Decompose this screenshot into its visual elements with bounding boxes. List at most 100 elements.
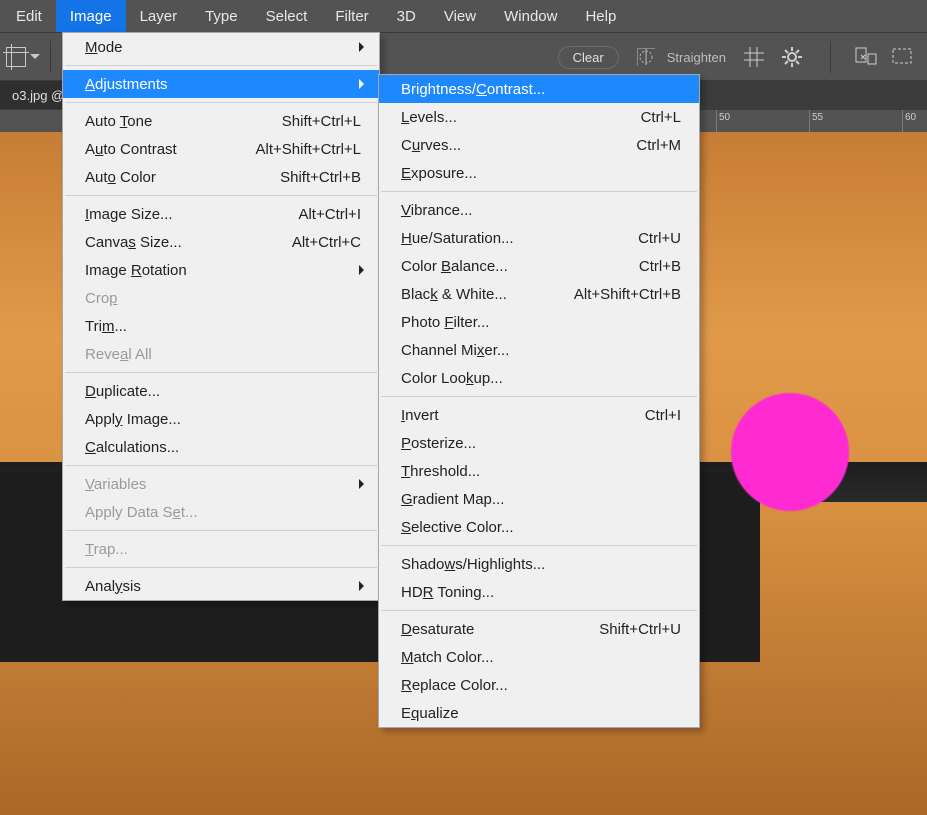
adjustments-menu-item-9[interactable]: Photo Filter... [379,308,699,336]
menu-image[interactable]: Image [56,0,126,32]
menu-item-label: Duplicate... [85,383,361,400]
adjustments-menu-item-6[interactable]: Hue/Saturation...Ctrl+U [379,224,699,252]
submenu-arrow-icon [359,581,369,591]
menu-item-shortcut: Shift+Ctrl+B [241,169,361,186]
menu-select[interactable]: Select [252,0,322,32]
menu-item-label: Variables [85,476,361,493]
menu-item-label: Trim... [85,318,361,335]
menu-window[interactable]: Window [490,0,571,32]
adjustments-menu-item-5[interactable]: Vibrance... [379,196,699,224]
image-menu-item-8[interactable]: Image Size...Alt+Ctrl+I [63,200,379,228]
menu-item-label: Vibrance... [401,202,681,219]
clear-button[interactable]: Clear [558,46,619,69]
menu-item-label: Replace Color... [401,677,681,694]
menu-separator [65,372,377,373]
adjustments-menu-item-13[interactable]: Invert Ctrl+I [379,401,699,429]
menu-item-shortcut: Shift+Ctrl+U [571,621,681,638]
menu-item-label: Calculations... [85,439,361,456]
menu-item-label: Analysis [85,578,361,595]
separator [50,41,51,73]
menu-item-label: Shadows/Highlights... [401,556,681,573]
menu-separator [381,610,697,611]
menu-item-label: Color Balance... [401,258,541,275]
menu-item-shortcut: Alt+Ctrl+C [241,234,361,251]
menu-item-label: Auto Contrast [85,141,211,158]
menu-item-label: Mode [85,39,361,56]
adjustments-menu-item-14[interactable]: Posterize... [379,429,699,457]
image-menu-item-5[interactable]: Auto Contrast Alt+Shift+Ctrl+L [63,135,379,163]
image-menu-item-12[interactable]: Trim... [63,312,379,340]
image-menu-item-2[interactable]: Adjustments [63,70,379,98]
tool-preset-dropdown-icon[interactable] [30,52,40,62]
adjustments-menu-item-19[interactable]: Shadows/Highlights... [379,550,699,578]
image-menu-item-15[interactable]: Duplicate... [63,377,379,405]
adjustments-menu-item-2[interactable]: Curves...Ctrl+M [379,131,699,159]
menu-item-shortcut: Alt+Shift+Ctrl+L [241,141,361,158]
menu-item-label: Adjustments [85,76,361,93]
menu-item-label: Invert [401,407,541,424]
ruler-number: 50 [719,112,730,123]
menu-item-shortcut: Ctrl+I [571,407,681,424]
separator [830,41,831,73]
adjustments-menu-item-23[interactable]: Match Color... [379,643,699,671]
image-menu-item-22: Trap... [63,535,379,563]
menu-filter[interactable]: Filter [321,0,382,32]
image-menu-item-11: Crop [63,284,379,312]
image-menu-item-16[interactable]: Apply Image... [63,405,379,433]
straighten-icon[interactable] [637,48,655,66]
adjustments-menu-item-10[interactable]: Channel Mixer... [379,336,699,364]
ruler-number: 60 [905,112,916,123]
image-menu-item-17[interactable]: Calculations... [63,433,379,461]
gear-icon[interactable] [782,47,802,67]
submenu-arrow-icon [359,479,369,489]
menu-layer[interactable]: Layer [126,0,192,32]
ruler-number: 55 [812,112,823,123]
adjustments-menu-item-7[interactable]: Color Balance...Ctrl+B [379,252,699,280]
menu-view[interactable]: View [430,0,490,32]
adjustments-menu-item-0[interactable]: Brightness/Contrast... [379,75,699,103]
reset-crop-icon[interactable] [855,47,877,67]
menu-item-label: Brightness/Contrast... [401,81,681,98]
menu-type[interactable]: Type [191,0,252,32]
crop-overlay-icon[interactable] [891,47,913,67]
crop-tool-icon[interactable] [6,47,26,67]
adjustments-menu-item-25[interactable]: Equalize [379,699,699,727]
menu-item-label: Gradient Map... [401,491,681,508]
menu-item-label: HDR Toning... [401,584,681,601]
adjustments-menu-item-1[interactable]: Levels...Ctrl+L [379,103,699,131]
adjustments-menu-item-8[interactable]: Black & White...Alt+Shift+Ctrl+B [379,280,699,308]
adjustments-menu-item-3[interactable]: Exposure... [379,159,699,187]
adjustments-menu-item-16[interactable]: Gradient Map... [379,485,699,513]
adjustments-submenu: Brightness/Contrast... Levels...Ctrl+LCur… [378,74,700,728]
adjustments-menu-item-15[interactable]: Threshold... [379,457,699,485]
image-menu-item-24[interactable]: Analysis [63,572,379,600]
adjustments-menu-item-17[interactable]: Selective Color... [379,513,699,541]
menu-item-label: Auto Tone [85,113,211,130]
adjustments-menu-item-20[interactable]: HDR Toning... [379,578,699,606]
ruler-tick [716,110,717,132]
grid-icon[interactable] [744,47,764,67]
menu-edit[interactable]: Edit [2,0,56,32]
menu-help[interactable]: Help [571,0,630,32]
menu-item-label: Reveal All [85,346,361,363]
menu-item-label: Image Size... [85,206,211,223]
document-tab-label: o3.jpg @ [12,88,64,103]
adjustments-menu-item-11[interactable]: Color Lookup... [379,364,699,392]
image-menu-item-4[interactable]: Auto ToneShift+Ctrl+L [63,107,379,135]
ruler-tick [902,110,903,132]
image-menu: ModeAdjustmentsAuto ToneShift+Ctrl+LAuto… [62,32,380,601]
image-menu-item-10[interactable]: Image Rotation [63,256,379,284]
menu-separator [381,396,697,397]
menu-separator [65,102,377,103]
menu-item-label: Color Lookup... [401,370,681,387]
straighten-button[interactable]: Straighten [667,50,726,65]
menu-item-label: Channel Mixer... [401,342,681,359]
image-menu-item-9[interactable]: Canvas Size...Alt+Ctrl+C [63,228,379,256]
image-menu-item-6[interactable]: Auto ColorShift+Ctrl+B [63,163,379,191]
adjustments-menu-item-24[interactable]: Replace Color... [379,671,699,699]
submenu-arrow-icon [359,79,369,89]
adjustments-menu-item-22[interactable]: DesaturateShift+Ctrl+U [379,615,699,643]
menu-3d[interactable]: 3D [383,0,430,32]
menu-item-label: Photo Filter... [401,314,681,331]
image-menu-item-0[interactable]: Mode [63,33,379,61]
